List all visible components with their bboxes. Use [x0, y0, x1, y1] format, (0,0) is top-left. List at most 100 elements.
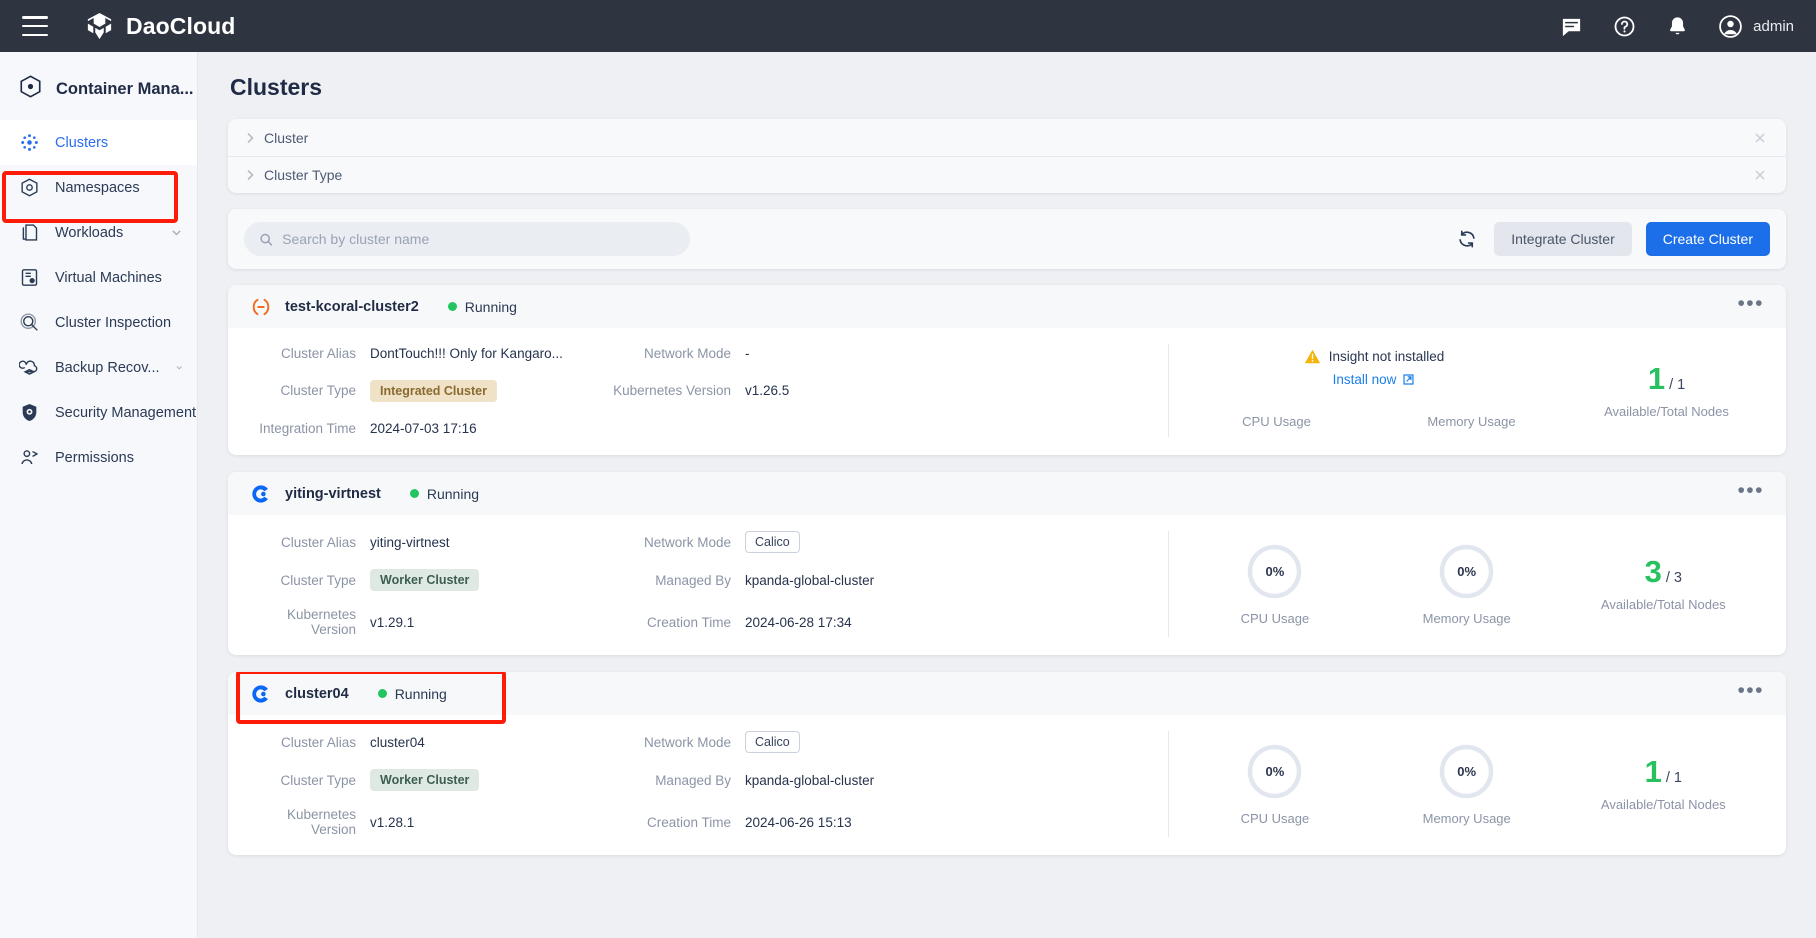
page-title: Clusters [230, 74, 1786, 101]
field-label: Managed By [605, 773, 745, 788]
cpu-usage-value: 0% [1246, 543, 1303, 600]
creation-time-value: 2024-06-28 17:34 [745, 615, 1168, 630]
nodes-metric: 1 / 1 Available/Total Nodes [1563, 756, 1764, 812]
search-input[interactable] [282, 231, 675, 247]
user-menu[interactable]: admin [1717, 13, 1794, 39]
field-label: Cluster Type [250, 773, 370, 788]
virtual-machines-icon [18, 267, 40, 289]
network-mode-value: - [745, 346, 1168, 361]
sidebar-item-label: Clusters [55, 135, 108, 151]
chevron-right-icon[interactable] [242, 130, 258, 146]
sidebar-item-virtual-machines[interactable]: Virtual Machines [0, 255, 197, 300]
sidebar-item-permissions[interactable]: Permissions [0, 435, 197, 480]
nodes-available: 1 [1648, 363, 1665, 394]
more-actions-icon[interactable]: ••• [1737, 480, 1764, 508]
more-actions-icon[interactable]: ••• [1737, 680, 1764, 708]
create-cluster-button[interactable]: Create Cluster [1646, 222, 1770, 256]
status-badge: Running [410, 486, 479, 502]
insight-notice: Insight not installed Install now CPU Us… [1179, 344, 1569, 431]
chevron-down-icon[interactable] [175, 361, 183, 374]
field-label: Cluster Type [250, 573, 370, 588]
kcoral-bracket-icon [250, 296, 272, 318]
cpu-usage-value: 0% [1246, 743, 1303, 800]
cluster-card-body: Cluster Alias DontTouch!!! Only for Kang… [228, 328, 1786, 455]
cluster-type-cell: Worker Cluster [370, 569, 605, 591]
nodes-caption: Available/Total Nodes [1604, 404, 1729, 419]
cluster-type-cell: Worker Cluster [370, 769, 605, 791]
field-label: Kubernetes Version [605, 383, 745, 398]
cluster-alias-value: cluster04 [370, 735, 605, 750]
cluster-name[interactable]: yiting-virtnest [285, 486, 381, 502]
nodes-caption: Available/Total Nodes [1601, 597, 1726, 612]
install-now-link[interactable]: Install now [1333, 372, 1416, 387]
close-icon[interactable] [1752, 167, 1768, 183]
topbar-actions: admin [1558, 13, 1794, 39]
cluster-type-tag: Worker Cluster [370, 769, 479, 791]
toolbar: Integrate Cluster Create Cluster [228, 209, 1786, 269]
cpu-usage-metric: 0% CPU Usage [1179, 543, 1371, 626]
cluster-card-header: cluster04 Running ••• [228, 672, 1786, 715]
external-link-icon [1402, 373, 1415, 386]
filter-row-cluster[interactable]: Cluster [228, 119, 1786, 156]
sidebar-item-backup-recovery[interactable]: Backup Recov... [0, 345, 197, 390]
status-dot-icon [448, 302, 457, 311]
close-icon[interactable] [1752, 130, 1768, 146]
network-mode-tag: Calico [745, 531, 800, 553]
field-label: Network Mode [605, 535, 745, 550]
cluster-name[interactable]: test-kcoral-cluster2 [285, 299, 419, 315]
kubernetes-version-value: v1.29.1 [370, 615, 605, 630]
chevron-right-icon[interactable] [242, 167, 258, 183]
sidebar-item-clusters[interactable]: Clusters [0, 120, 197, 165]
sidebar-item-workloads[interactable]: Workloads [0, 210, 197, 255]
refresh-icon[interactable] [1454, 226, 1480, 252]
filter-row-cluster-type[interactable]: Cluster Type [228, 156, 1786, 193]
module-title: Container Mana... [56, 80, 194, 99]
cluster-card-body: Cluster Alias yiting-virtnest Network Mo… [228, 515, 1786, 655]
sidebar-item-label: Security Management [55, 405, 196, 421]
chat-icon[interactable] [1558, 13, 1584, 39]
nodes-available: 3 [1645, 556, 1662, 587]
field-label: Kubernetes Version [250, 807, 370, 837]
clusters-icon [18, 132, 40, 154]
status-text: Running [395, 686, 447, 702]
search-icon [259, 232, 273, 247]
memory-usage-label: Memory Usage [1374, 414, 1569, 429]
module-header[interactable]: Container Mana... [0, 60, 197, 120]
field-label: Integration Time [250, 421, 370, 436]
bell-icon[interactable] [1664, 13, 1690, 39]
cluster-name[interactable]: cluster04 [285, 686, 349, 702]
chevron-down-icon[interactable] [170, 226, 183, 239]
memory-usage-metric: 0% Memory Usage [1371, 543, 1563, 626]
status-dot-icon [410, 489, 419, 498]
cluster-info-grid: Cluster Alias yiting-virtnest Network Mo… [228, 531, 1168, 637]
help-icon[interactable] [1611, 13, 1637, 39]
status-dot-icon [378, 689, 387, 698]
cluster-list: test-kcoral-cluster2 Running ••• Cluster… [228, 285, 1786, 855]
nodes-total: / 1 [1669, 377, 1685, 393]
insight-warning-text: Insight not installed [1329, 349, 1445, 364]
daocloud-logo-icon [84, 11, 115, 42]
status-badge: Running [448, 299, 517, 315]
cpu-usage-label: CPU Usage [1179, 414, 1374, 429]
hamburger-icon[interactable] [22, 16, 48, 36]
daocloud-c-icon [250, 683, 272, 705]
sidebar-item-security-management[interactable]: Security Management [0, 390, 197, 435]
sidebar-item-label: Virtual Machines [55, 270, 162, 286]
daocloud-c-icon [250, 483, 272, 505]
cluster-card[interactable]: test-kcoral-cluster2 Running ••• Cluster… [228, 285, 1786, 455]
sidebar-item-namespaces[interactable]: Namespaces [0, 165, 197, 210]
integrate-cluster-button[interactable]: Integrate Cluster [1494, 222, 1632, 256]
cluster-card[interactable]: yiting-virtnest Running ••• Cluster Alia… [228, 472, 1786, 655]
cluster-card[interactable]: cluster04 Running ••• Cluster Alias clus… [228, 672, 1786, 855]
integration-time-value: 2024-07-03 17:16 [370, 421, 605, 436]
more-actions-icon[interactable]: ••• [1737, 293, 1764, 321]
field-label: Cluster Alias [250, 735, 370, 750]
search-box[interactable] [244, 222, 690, 256]
sidebar-item-label: Namespaces [55, 180, 140, 196]
cpu-usage-metric: 0% CPU Usage [1179, 743, 1371, 826]
brand[interactable]: DaoCloud [84, 11, 235, 42]
managed-by-value: kpanda-global-cluster [745, 773, 1168, 788]
cluster-info-grid: Cluster Alias cluster04 Network Mode Cal… [228, 731, 1168, 837]
cpu-usage-label: CPU Usage [1241, 811, 1310, 826]
sidebar-item-cluster-inspection[interactable]: Cluster Inspection [0, 300, 197, 345]
